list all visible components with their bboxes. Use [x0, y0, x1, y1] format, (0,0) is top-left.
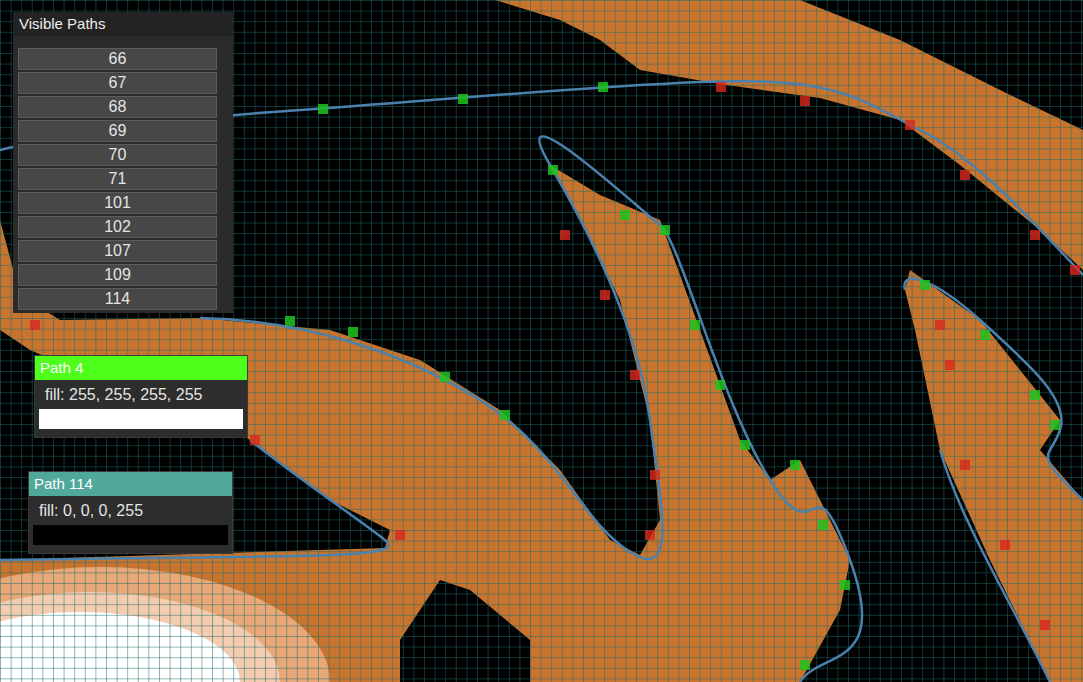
fill-value: fill: 0, 0, 0, 255	[33, 500, 228, 525]
path-list[interactable]: 666768697071101102107109114	[13, 36, 233, 310]
card-title: Path 4	[35, 356, 247, 380]
path-item[interactable]: 71	[18, 168, 217, 190]
path-item[interactable]: 102	[18, 216, 217, 238]
path-card: Path 114 fill: 0, 0, 0, 255	[28, 471, 233, 554]
visible-paths-panel: Visible Paths 66676869707110110210710911…	[13, 12, 233, 313]
fill-swatch[interactable]	[33, 525, 228, 545]
path-item[interactable]: 69	[18, 120, 217, 142]
path-item[interactable]: 101	[18, 192, 217, 214]
panel-title: Visible Paths	[13, 12, 233, 36]
path-item[interactable]: 114	[18, 288, 217, 310]
fill-value: fill: 255, 255, 255, 255	[39, 384, 243, 409]
orange-shapes	[0, 0, 1083, 682]
path-item[interactable]: 107	[18, 240, 217, 262]
card-title: Path 114	[29, 472, 232, 496]
path-card: Path 4 fill: 255, 255, 255, 255	[34, 355, 248, 438]
path-item[interactable]: 109	[18, 264, 217, 286]
path-item[interactable]: 68	[18, 96, 217, 118]
path-item[interactable]: 66	[18, 48, 217, 70]
path-editor: Visible Paths 66676869707110110210710911…	[0, 0, 1083, 682]
fill-swatch[interactable]	[39, 409, 243, 429]
path-item[interactable]: 67	[18, 72, 217, 94]
path-item[interactable]: 70	[18, 144, 217, 166]
vector-paths	[0, 81, 1083, 682]
